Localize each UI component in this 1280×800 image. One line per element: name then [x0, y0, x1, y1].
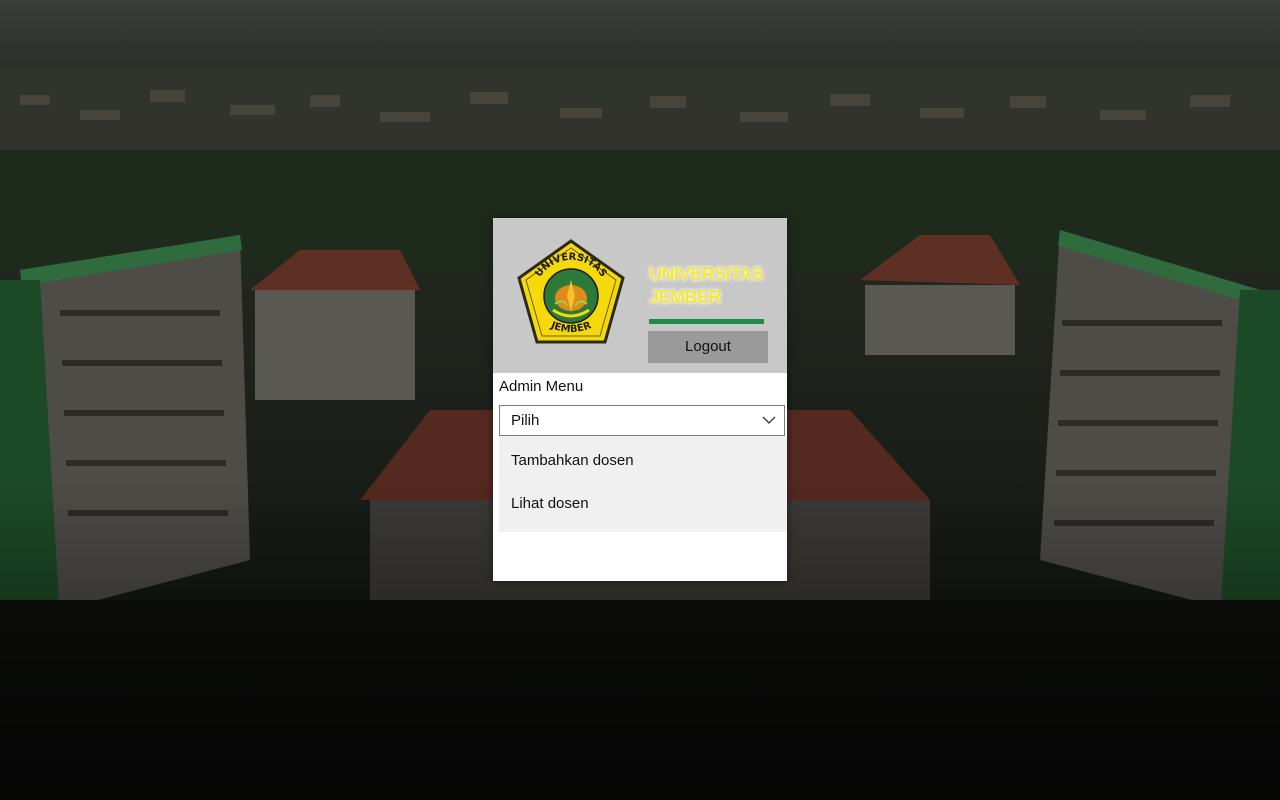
university-emblem-icon: UNIVERSITAS JEMBER: [517, 239, 625, 344]
option-tambahkan-dosen[interactable]: Tambahkan dosen: [499, 440, 787, 482]
option-lihat-dosen[interactable]: Lihat dosen: [499, 483, 787, 525]
logout-button[interactable]: Logout: [648, 331, 768, 363]
panel-header: UNIVERSITAS JEMBER UNIVERSITAS JEMBER Lo…: [493, 218, 787, 373]
admin-menu-select[interactable]: Pilih: [499, 405, 785, 436]
admin-panel: UNIVERSITAS JEMBER UNIVERSITAS JEMBER Lo…: [493, 218, 787, 581]
chevron-down-icon[interactable]: [762, 415, 776, 425]
select-value: Pilih: [511, 412, 540, 429]
brand-line-1: UNIVERSITAS: [649, 264, 764, 284]
brand-line-2: JEMBER: [649, 287, 722, 307]
brand-title: UNIVERSITAS JEMBER: [649, 263, 779, 309]
brand-underline: [649, 319, 764, 324]
dropdown-list: Tambahkan dosen Lihat dosen: [499, 436, 787, 532]
admin-menu-label: Admin Menu: [499, 378, 584, 395]
